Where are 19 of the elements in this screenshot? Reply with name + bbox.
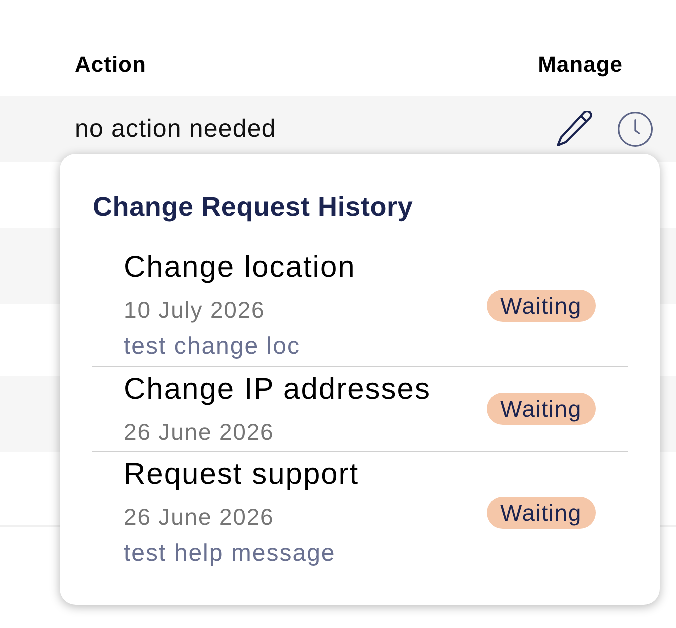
request-note: test help message bbox=[124, 541, 336, 567]
column-header: Action bbox=[75, 51, 146, 79]
column-header: Manage bbox=[538, 51, 623, 79]
request-title: Change location bbox=[124, 251, 356, 285]
request-note: test change loc bbox=[124, 334, 300, 360]
request-date: 10 July 2026 bbox=[124, 297, 266, 323]
status-badge: Waiting bbox=[486, 496, 596, 528]
status-badge: Waiting bbox=[486, 290, 596, 322]
popup-title: Change Request History bbox=[93, 192, 414, 222]
action-text: no action needed bbox=[75, 114, 276, 144]
status-badge: Waiting bbox=[486, 393, 596, 425]
pencil-icon bbox=[557, 111, 593, 147]
request-date: 26 June 2026 bbox=[124, 504, 274, 530]
history-button[interactable] bbox=[618, 112, 653, 146]
request-title: Request support bbox=[124, 458, 360, 492]
edit-button[interactable] bbox=[557, 111, 593, 147]
request-date: 26 June 2026 bbox=[124, 419, 274, 445]
request-title: Change IP addresses bbox=[124, 373, 431, 407]
clock-icon bbox=[618, 112, 653, 146]
